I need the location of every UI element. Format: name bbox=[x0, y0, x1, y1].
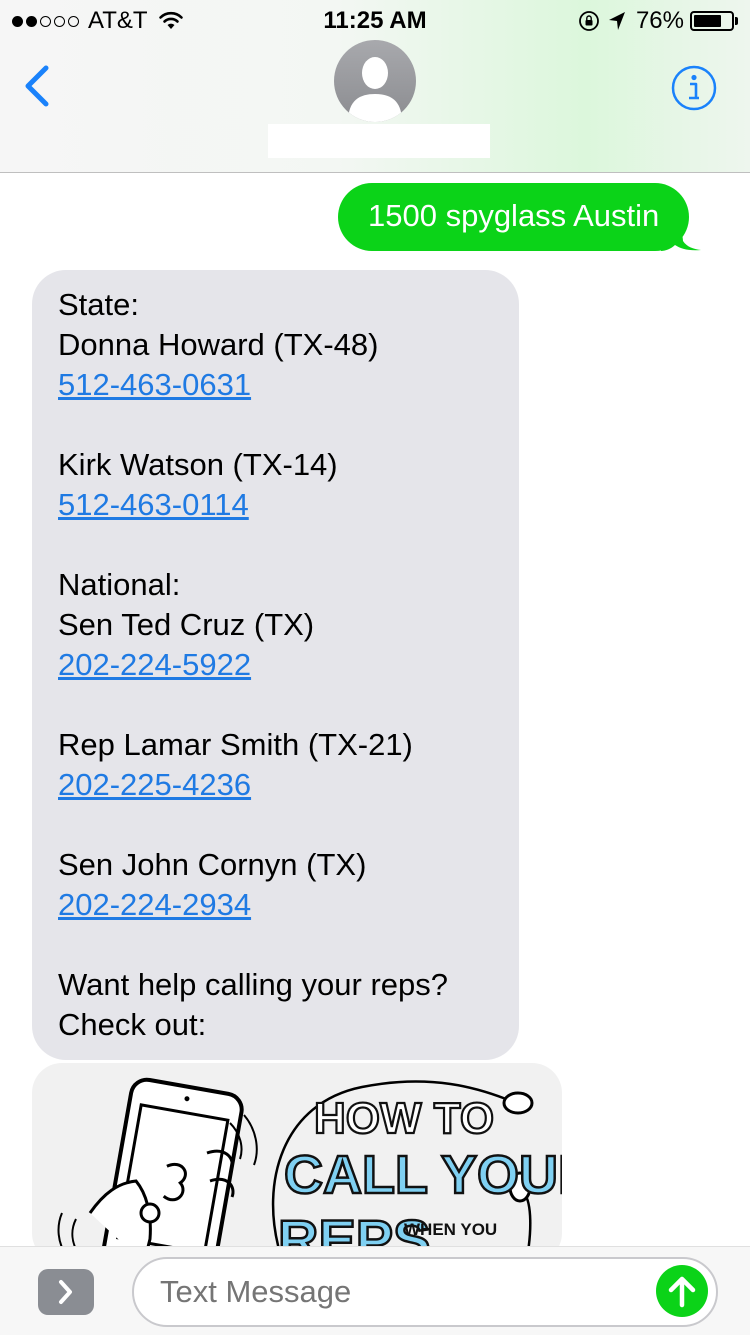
contact-avatar[interactable] bbox=[334, 40, 416, 122]
back-chevron-icon[interactable] bbox=[20, 62, 56, 110]
closing-text: Check out: bbox=[58, 1007, 207, 1042]
rep-name: Sen Ted Cruz (TX) bbox=[58, 607, 315, 642]
outgoing-bubble[interactable]: 1500 spyglass Austin bbox=[338, 183, 690, 251]
incoming-bubble[interactable]: State: Donna Howard (TX-48) 512-463-0631… bbox=[32, 270, 519, 1060]
battery-icon bbox=[690, 11, 734, 31]
preview-title-line2: CALL YOUR bbox=[284, 1145, 562, 1205]
battery-cap bbox=[735, 17, 738, 25]
link-preview-card[interactable]: HOW TO CALL YOUR REPS WHEN YOU bbox=[32, 1063, 562, 1246]
closing-text: Want help calling your reps? bbox=[58, 967, 448, 1002]
battery-percent: 76% bbox=[635, 7, 684, 34]
state-heading: State: bbox=[58, 287, 139, 322]
phone-link[interactable]: 202-224-2934 bbox=[58, 887, 251, 922]
conversation-header: AT&T 11:25 AM 76% bbox=[0, 0, 750, 173]
chevron-right-icon bbox=[59, 1280, 72, 1304]
preview-title-line1: HOW TO bbox=[314, 1094, 494, 1143]
outgoing-message[interactable]: 1500 spyglass Austin bbox=[338, 183, 702, 251]
phone-link[interactable]: 512-463-0631 bbox=[58, 367, 251, 402]
national-heading: National: bbox=[58, 567, 181, 602]
contact-name[interactable] bbox=[268, 124, 490, 158]
phone-link[interactable]: 202-224-5922 bbox=[58, 647, 251, 682]
status-bar: AT&T 11:25 AM 76% bbox=[0, 0, 750, 40]
send-button[interactable] bbox=[656, 1265, 708, 1317]
rep-name: Kirk Watson (TX-14) bbox=[58, 447, 338, 482]
preview-side-text: WHEN YOU bbox=[404, 1220, 497, 1239]
phone-link[interactable]: 512-463-0114 bbox=[58, 487, 249, 522]
rep-name: Donna Howard (TX-48) bbox=[58, 327, 379, 362]
message-input[interactable] bbox=[132, 1257, 718, 1327]
rep-name: Sen John Cornyn (TX) bbox=[58, 847, 367, 882]
apps-expand-button[interactable] bbox=[38, 1269, 94, 1315]
person-silhouette-icon bbox=[348, 57, 402, 122]
link-preview-illustration: HOW TO CALL YOUR REPS WHEN YOU bbox=[57, 1077, 562, 1246]
battery-level-fill bbox=[694, 15, 721, 27]
compose-bar bbox=[0, 1246, 750, 1335]
message-thread[interactable]: 1500 spyglass Austin State: Donna Howard… bbox=[0, 173, 750, 1246]
rotation-lock-icon bbox=[579, 11, 599, 31]
arrow-up-icon bbox=[668, 1276, 696, 1308]
location-arrow-icon bbox=[608, 12, 625, 30]
status-right: 76% bbox=[578, 7, 738, 35]
rep-name: Rep Lamar Smith (TX-21) bbox=[58, 727, 413, 762]
phone-link[interactable]: 202-225-4236 bbox=[58, 767, 251, 802]
info-icon[interactable] bbox=[670, 64, 718, 112]
